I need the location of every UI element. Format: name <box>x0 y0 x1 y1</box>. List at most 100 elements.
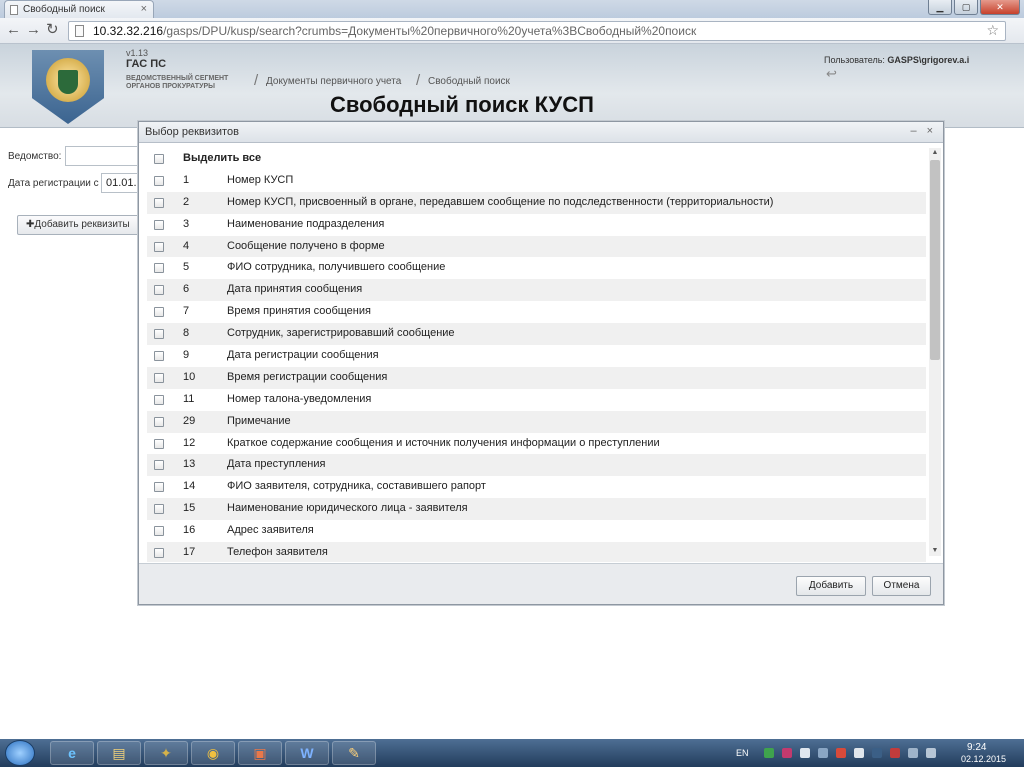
minimize-icon[interactable]: – <box>910 125 916 137</box>
tab-close-icon[interactable]: × <box>141 3 147 15</box>
requisite-checkbox[interactable] <box>154 438 164 449</box>
address-bar[interactable]: 10.32.32.216/gasps/DPU/kusp/search?crumb… <box>68 21 1006 41</box>
dialog-tools: – × <box>910 125 933 137</box>
requisite-checkbox[interactable] <box>154 175 164 186</box>
requisite-number: 5 <box>183 261 190 274</box>
close-window-button[interactable]: ✕ <box>980 0 1020 15</box>
file-explorer-icon[interactable]: ▤ <box>97 741 141 765</box>
requisite-checkbox[interactable] <box>154 285 164 296</box>
list-scrollbar[interactable]: ▲ ▼ <box>929 148 941 556</box>
requisite-number: 6 <box>183 283 190 296</box>
scroll-down-arrow-icon[interactable]: ▼ <box>929 546 941 556</box>
requisite-row[interactable]: 14 ФИО заявителя, сотрудника, составившег… <box>147 476 926 498</box>
requisite-checkbox[interactable] <box>154 329 164 340</box>
requisite-label: Сотрудник, зарегистрировавший сообщение <box>227 327 455 340</box>
presentation-app-icon[interactable]: ▣ <box>238 741 282 765</box>
tray-volume-icon[interactable] <box>926 748 936 758</box>
tray-sound-icon[interactable] <box>908 748 918 758</box>
minimize-window-button[interactable]: ▁ <box>928 0 952 15</box>
requisite-row[interactable]: 11 Номер талона-уведомления <box>147 389 926 411</box>
requisite-checkbox[interactable] <box>154 351 164 362</box>
add-button[interactable]: Добавить <box>796 576 866 596</box>
requisite-checkbox[interactable] <box>154 504 164 515</box>
reload-icon[interactable]: ↻ <box>46 22 59 38</box>
department-field[interactable] <box>65 146 145 166</box>
requisite-row[interactable]: 17 Телефон заявителя <box>147 542 926 562</box>
requisite-row[interactable]: 5 ФИО сотрудника, получившего сообщение <box>147 257 926 279</box>
requisite-label: ФИО заявителя, сотрудника, составившего … <box>227 480 486 493</box>
requisite-row[interactable]: 3 Наименование подразделения <box>147 214 926 236</box>
browser-tab[interactable]: Свободный поиск × <box>4 0 154 18</box>
language-indicator[interactable]: EN <box>736 748 749 758</box>
requisite-row[interactable]: 16 Адрес заявителя <box>147 520 926 542</box>
requisite-row[interactable]: 10 Время регистрации сообщения <box>147 366 926 389</box>
requisite-checkbox[interactable] <box>154 460 164 471</box>
requisite-checkbox[interactable] <box>154 307 164 318</box>
user-name: GASPS\grigorev.a.i <box>887 55 970 65</box>
tray-green-icon[interactable] <box>764 748 774 758</box>
select-all-row[interactable]: Выделить все <box>147 148 926 170</box>
internet-explorer-icon[interactable]: e <box>50 741 94 765</box>
requisite-row[interactable]: 8 Сотрудник, зарегистрировавший сообщение <box>147 323 926 346</box>
requisite-checkbox[interactable] <box>154 526 164 537</box>
org-line-1: ВЕДОМСТВЕННЫЙ СЕГМЕНТ <box>126 75 229 82</box>
scroll-up-arrow-icon[interactable]: ▲ <box>929 148 941 158</box>
scroll-thumb[interactable] <box>930 160 940 360</box>
requisite-row[interactable]: 13 Дата преступления <box>147 454 926 477</box>
requisite-checkbox[interactable] <box>154 219 164 230</box>
word-icon[interactable]: W <box>285 741 329 765</box>
requisite-checkbox[interactable] <box>154 372 164 383</box>
requisite-checkbox[interactable] <box>154 394 164 405</box>
add-requisites-button[interactable]: ✚Добавить реквизиты <box>17 215 139 235</box>
requisite-row[interactable]: 7 Время принятия сообщения <box>147 301 926 323</box>
requisite-number: 2 <box>183 195 190 208</box>
tray-monitor-icon[interactable] <box>872 748 882 758</box>
maximize-window-button[interactable]: ▢ <box>954 0 978 15</box>
select-all-checkbox[interactable] <box>154 154 164 164</box>
return-arrow-icon[interactable]: ↩ <box>826 66 837 82</box>
breadcrumb-primary-docs[interactable]: Документы первичного учета <box>266 76 401 87</box>
requisite-row[interactable]: 29 Примечание <box>147 410 926 433</box>
emblem-app-icon[interactable]: ✦ <box>144 741 188 765</box>
forward-arrow-icon[interactable]: → <box>26 22 41 38</box>
requisite-label: Сообщение получено в форме <box>227 239 385 252</box>
browser-toolbar: ← → ↻ 10.32.32.216/gasps/DPU/kusp/search… <box>0 18 1024 44</box>
tray-error-icon[interactable] <box>836 748 846 758</box>
tray-flag-icon[interactable] <box>782 748 792 758</box>
clock-date[interactable]: 02.12.2015 <box>961 754 1006 764</box>
requisite-row[interactable]: 12 Краткое содержание сообщения и источни… <box>147 433 926 455</box>
requisite-number: 17 <box>183 546 196 559</box>
requisite-checkbox[interactable] <box>154 197 164 208</box>
requisite-row[interactable]: 2 Номер КУСП, присвоенный в органе, перед… <box>147 191 926 214</box>
requisite-number: 7 <box>183 305 190 318</box>
tray-doc-icon[interactable] <box>854 748 864 758</box>
tray-white-icon[interactable] <box>800 748 810 758</box>
chrome-icon[interactable]: ◉ <box>191 741 235 765</box>
requisite-row[interactable]: 1 Номер КУСП <box>147 170 926 192</box>
requisite-checkbox[interactable] <box>154 241 164 252</box>
cancel-button[interactable]: Отмена <box>872 576 931 596</box>
requisite-number: 29 <box>183 414 196 427</box>
requisite-checkbox[interactable] <box>154 263 164 274</box>
requisite-row[interactable]: 9 Дата регистрации сообщения <box>147 345 926 367</box>
start-button[interactable] <box>5 740 35 766</box>
app-header: v1.13 ГАС ПС ВЕДОМСТВЕННЫЙ СЕГМЕНТ ОРГАН… <box>0 44 1024 128</box>
requisite-row[interactable]: 4 Сообщение получено в форме <box>147 235 926 258</box>
requisite-checkbox[interactable] <box>154 416 164 427</box>
requisite-row[interactable]: 15 Наименование юридического лица - заяви… <box>147 498 926 521</box>
bookmark-star-icon[interactable]: ☆ <box>986 22 999 39</box>
clock-time[interactable]: 9:24 <box>967 742 986 753</box>
close-icon[interactable]: × <box>927 125 933 137</box>
tray-alert-icon[interactable] <box>890 748 900 758</box>
tray-network-icon[interactable] <box>818 748 828 758</box>
breadcrumb-separator: / <box>416 72 421 89</box>
requisite-number: 12 <box>183 436 196 449</box>
paint-icon[interactable]: ✎ <box>332 741 376 765</box>
requisite-checkbox[interactable] <box>154 482 164 493</box>
back-arrow-icon[interactable]: ← <box>6 22 21 38</box>
requisite-checkbox[interactable] <box>154 548 164 559</box>
window-controls: ▁ ▢ ✕ <box>928 0 1020 15</box>
requisite-row[interactable]: 6 Дата принятия сообщения <box>147 279 926 302</box>
requisite-label: Краткое содержание сообщения и источник … <box>227 436 660 449</box>
system-name: ГАС ПС <box>126 58 167 70</box>
